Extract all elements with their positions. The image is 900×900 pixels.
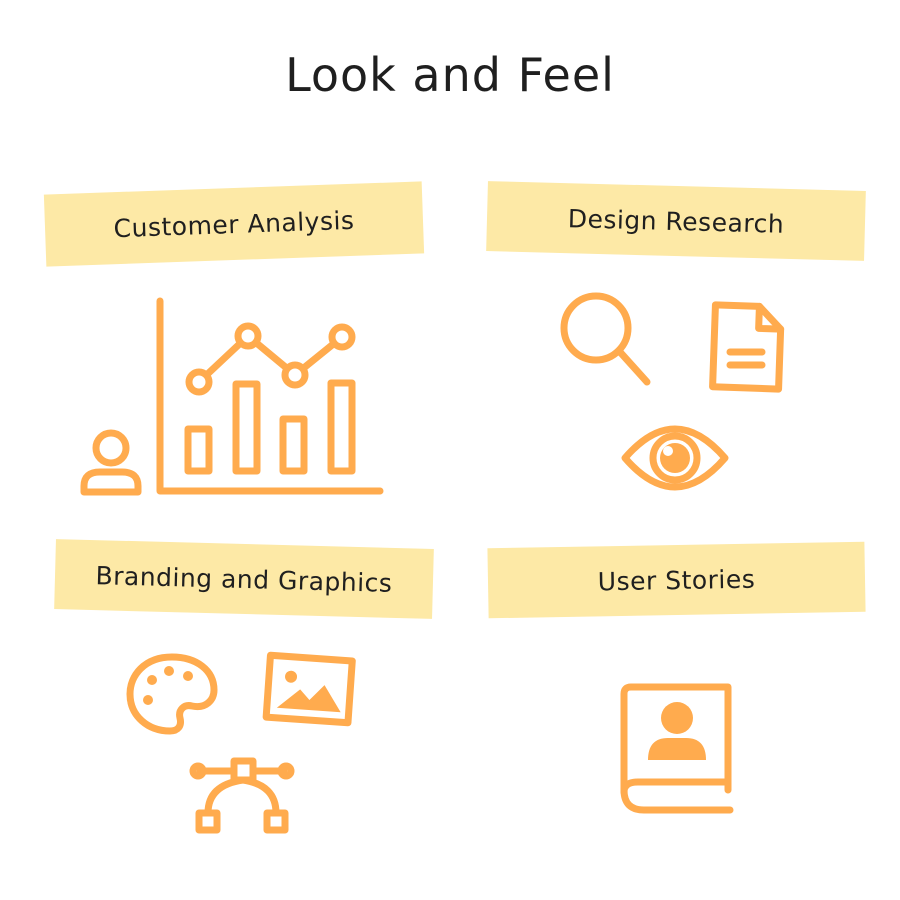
section-label-text: Customer Analysis (113, 205, 355, 243)
section-label: Design Research (486, 181, 866, 261)
magnifier-icon (558, 292, 658, 392)
document-icon (708, 301, 788, 397)
section-label-text: Branding and Graphics (95, 560, 393, 598)
section-label-text: Design Research (567, 203, 785, 239)
person-icon (80, 428, 144, 498)
section-label: Branding and Graphics (54, 539, 434, 619)
page-title: Look and Feel (285, 48, 615, 102)
eye-icon (621, 418, 731, 498)
image-icon (262, 651, 357, 732)
section-label-text: User Stories (597, 564, 756, 596)
user-book-icon (610, 680, 740, 820)
line-chart-icon (155, 296, 390, 501)
palette-icon (126, 652, 218, 736)
section-label: Customer Analysis (43, 181, 425, 267)
bezier-pen-icon (188, 755, 300, 835)
section-label: User Stories (487, 541, 866, 619)
